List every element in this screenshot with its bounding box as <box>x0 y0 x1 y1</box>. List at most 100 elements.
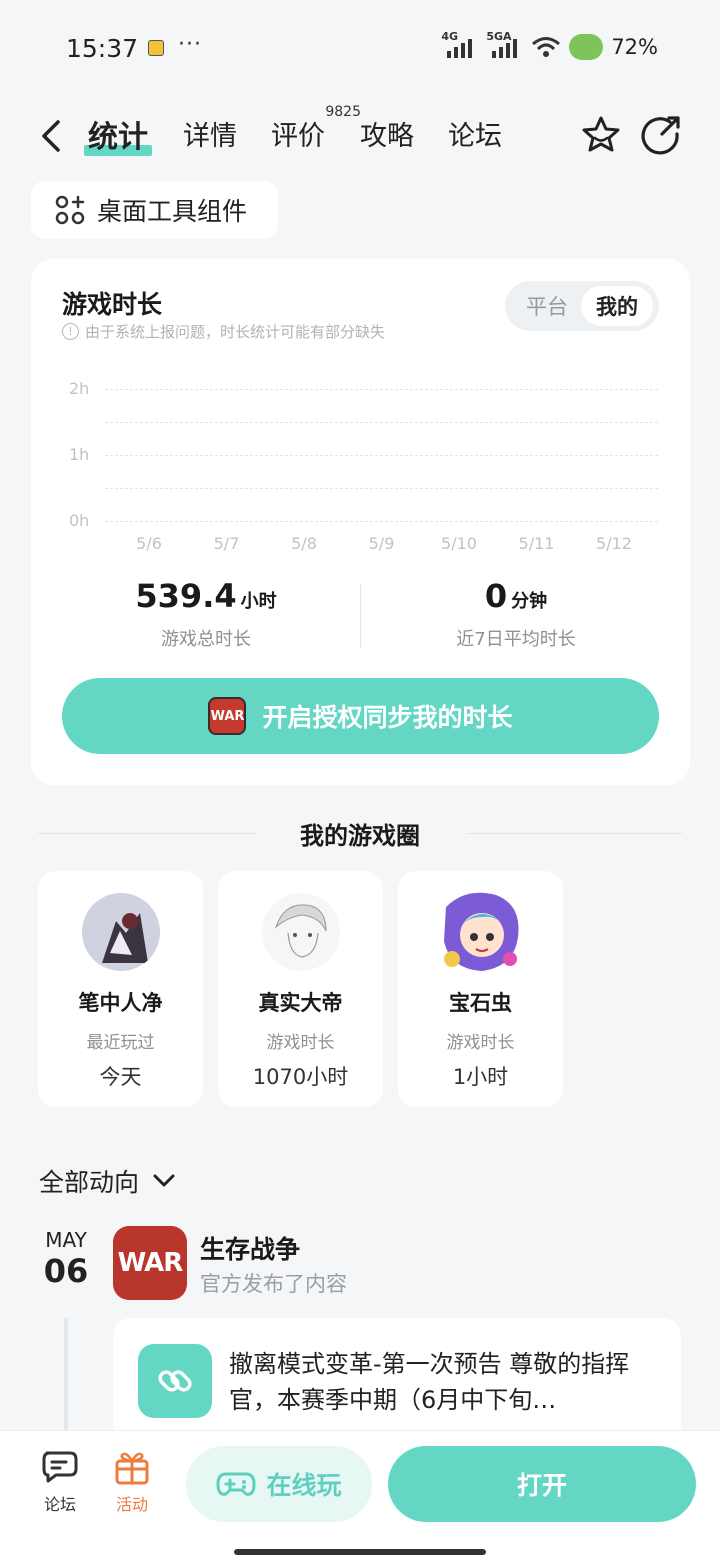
friend-card[interactable]: 宝石虫 游戏时长 1小时 <box>398 871 563 1107</box>
chart-y-tick: 2h <box>69 379 90 398</box>
avg-playtime-unit: 分钟 <box>511 591 548 612</box>
friend-card[interactable]: 真实大帝 游戏时长 1070小时 <box>218 871 383 1107</box>
chart-x-tick: 5/7 <box>213 534 240 553</box>
feed-date: MAY 06 <box>38 1228 94 1290</box>
tab-forum[interactable]: 论坛 <box>448 114 502 153</box>
activity-button[interactable]: 活动 <box>102 1449 162 1515</box>
status-time: 15:37 <box>66 34 139 63</box>
gift-icon <box>115 1452 149 1485</box>
feed-filter-label: 全部动向 <box>39 1168 140 1197</box>
top-nav: 统计 详情 评价 9825 攻略 论坛 <box>0 100 720 172</box>
chart-gridline <box>105 521 658 522</box>
chart-y-tick: 1h <box>69 445 90 464</box>
tab-guides[interactable]: 攻略 <box>360 114 414 153</box>
playtime-note-text: 由于系统上报问题，时长统计可能有部分缺失 <box>85 323 386 341</box>
tab-reviews[interactable]: 评价 9825 <box>271 104 361 153</box>
friend-name: 宝石虫 <box>449 991 512 1015</box>
friend-stat-value: 1小时 <box>452 1065 509 1089</box>
chart-x-tick: 5/10 <box>441 534 477 553</box>
sync-playtime-label: 开启授权同步我的时长 <box>262 703 513 732</box>
desktop-widget-label: 桌面工具组件 <box>97 197 248 226</box>
home-indicator[interactable] <box>234 1549 486 1555</box>
friend-name: 真实大帝 <box>258 991 343 1015</box>
gamepad-icon <box>216 1472 256 1496</box>
sync-playtime-button[interactable]: WAR 开启授权同步我的时长 <box>62 678 659 754</box>
feed-post-text: 撤离模式变革-第一次预告 尊敬的指挥官，本赛季中期（6月中下旬… <box>229 1350 630 1414</box>
feed-day: 06 <box>43 1252 89 1290</box>
friend-stat-label: 游戏时长 <box>446 1033 515 1053</box>
total-playtime-unit: 小时 <box>240 591 277 612</box>
feed-subtitle: 官方发布了内容 <box>200 1272 347 1296</box>
chevron-down-icon <box>153 1174 175 1187</box>
open-game-button[interactable]: 打开 <box>388 1446 696 1522</box>
bottom-action-bar: 论坛 活动 在线玩 打开 <box>0 1430 720 1567</box>
friend-name: 笔中人净 <box>78 991 163 1015</box>
avatar <box>82 893 160 971</box>
forum-label: 论坛 <box>43 1495 76 1514</box>
play-online-button[interactable]: 在线玩 <box>186 1446 372 1522</box>
chart-x-tick: 5/9 <box>368 534 395 553</box>
stat-divider <box>360 584 361 648</box>
avg-playtime-caption: 近7日平均时长 <box>456 629 576 650</box>
toggle-mine[interactable]: 我的 <box>581 286 653 326</box>
chart-x-tick: 5/12 <box>596 534 632 553</box>
section-divider-right <box>466 833 682 834</box>
play-online-label: 在线玩 <box>266 1471 342 1500</box>
widgets-icon <box>55 195 85 225</box>
share-icon[interactable] <box>640 114 682 156</box>
avatar <box>436 887 526 977</box>
friend-stat-label: 最近玩过 <box>86 1033 155 1053</box>
review-count-badge: 9825 <box>325 104 361 120</box>
chart-x-tick: 5/11 <box>518 534 555 553</box>
playtime-chart: 2h 1h 0h 5/6 5/7 5/8 5/9 5/10 5/11 5/12 <box>31 369 690 569</box>
battery-level: 72% <box>611 35 658 59</box>
back-arrow-icon[interactable] <box>36 116 68 156</box>
activity-label: 活动 <box>115 1495 148 1514</box>
forum-button[interactable]: 论坛 <box>30 1449 90 1515</box>
feed-timeline-line <box>64 1318 68 1430</box>
avatar <box>262 893 340 971</box>
avg-playtime-value: 0 <box>484 577 508 615</box>
chart-gridline <box>105 389 658 390</box>
desktop-widget-button[interactable]: 桌面工具组件 <box>31 181 278 239</box>
chart-y-tick: 0h <box>69 511 90 530</box>
chart-gridline <box>105 455 658 456</box>
playtime-title: 游戏时长 <box>62 290 163 319</box>
more-notifications-icon: ··· <box>178 32 202 57</box>
playtime-note: ! 由于系统上报问题，时长统计可能有部分缺失 <box>62 321 385 342</box>
clover-battery-icon <box>569 34 604 60</box>
friend-stat-value: 今天 <box>99 1065 142 1089</box>
game-icon[interactable]: WAR <box>113 1226 187 1300</box>
status-right: 4G 5GA 72% <box>441 30 658 60</box>
game-logo-icon: WAR <box>208 697 247 735</box>
tab-stats[interactable]: 统计 <box>84 112 152 156</box>
feed-month: MAY <box>45 1228 87 1252</box>
open-game-label: 打开 <box>516 1471 567 1500</box>
favorite-star-icon[interactable] <box>580 114 622 156</box>
friend-stat-label: 游戏时长 <box>266 1033 335 1053</box>
friend-card[interactable]: 笔中人净 最近玩过 今天 <box>38 871 203 1107</box>
status-bar: 15:37 ··· 4G 5GA 72% <box>0 0 720 96</box>
signal-5ga-icon: 5GA <box>486 30 518 58</box>
playtime-source-toggle: 平台 我的 <box>505 281 659 331</box>
wifi-icon <box>532 37 561 57</box>
tab-reviews-label: 评价 <box>271 121 325 152</box>
toggle-platform[interactable]: 平台 <box>511 286 583 326</box>
total-playtime-caption: 游戏总时长 <box>161 629 251 650</box>
avg-playtime: 0 分钟 近7日平均时长 <box>411 577 621 651</box>
notification-app-icon <box>148 40 164 56</box>
signal-4g-icon: 4G <box>441 30 473 58</box>
chart-x-tick: 5/8 <box>291 534 317 553</box>
feed-game-name[interactable]: 生存战争 <box>200 1230 300 1266</box>
chart-gridline <box>105 488 658 489</box>
game-icon-text: WAR <box>117 1248 184 1278</box>
link-icon <box>138 1344 212 1418</box>
total-playtime: 539.4 小时 游戏总时长 <box>101 577 311 651</box>
total-playtime-value: 539.4 <box>135 577 237 615</box>
tab-details[interactable]: 详情 <box>183 114 237 153</box>
friend-stat-value: 1070小时 <box>252 1065 349 1089</box>
playtime-card: 游戏时长 ! 由于系统上报问题，时长统计可能有部分缺失 平台 我的 2h 1h 0h… <box>31 259 690 785</box>
feed-filter-dropdown[interactable]: 全部动向 <box>39 1163 175 1199</box>
forum-chat-icon <box>42 1451 78 1483</box>
info-icon: ! <box>62 323 79 340</box>
